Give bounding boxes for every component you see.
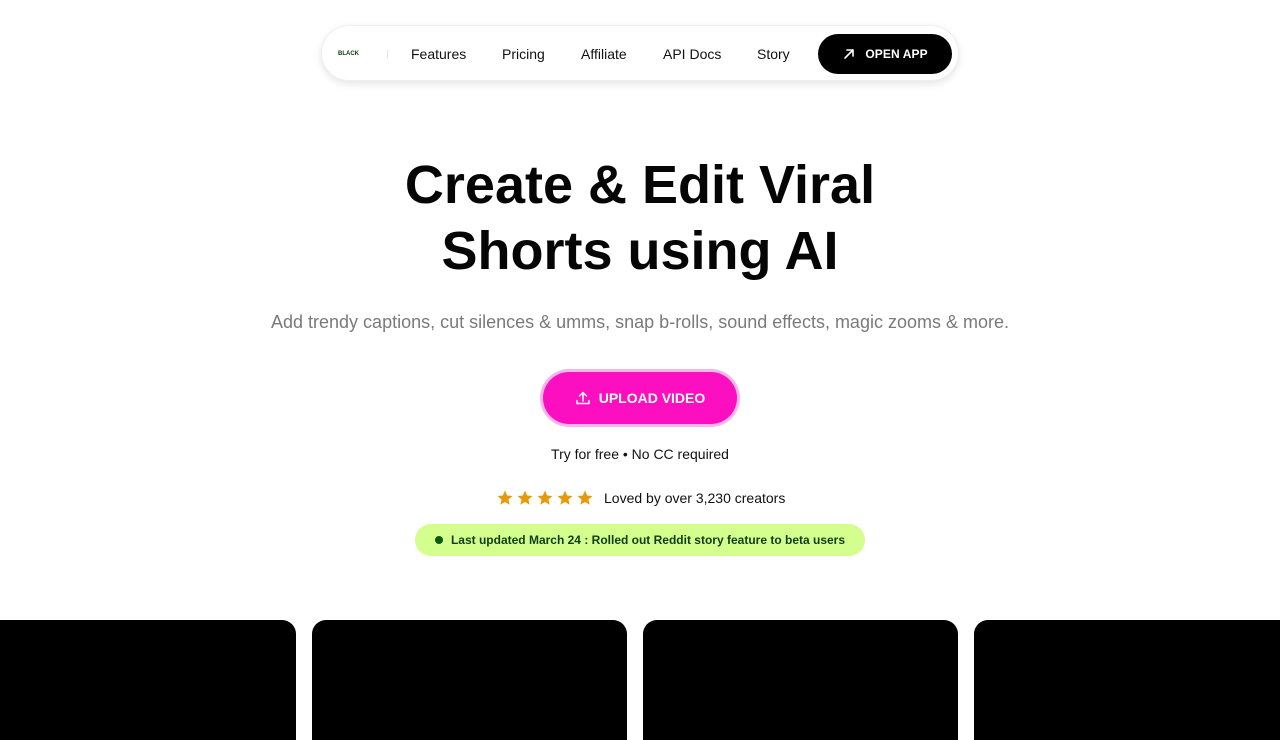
top-nav: BLACK Features Pricing Affiliate API Doc… <box>321 25 959 81</box>
hero-title-line-1: Create & Edit Viral <box>404 155 876 215</box>
update-text: Last updated March 24 : Rolled out Reddi… <box>450 533 846 547</box>
open-app-button[interactable]: OPEN APP <box>818 34 952 74</box>
star-icon <box>557 490 573 505</box>
rating-text: Loved by over 3,230 creators <box>604 490 786 506</box>
open-app-label: OPEN APP <box>865 47 928 61</box>
star-icon <box>497 490 513 505</box>
nav-link-affiliate[interactable]: Affiliate <box>581 45 627 63</box>
upload-video-button[interactable]: UPLOAD VIDEO <box>543 372 737 424</box>
nav-link-story[interactable]: Story <box>757 45 790 63</box>
update-badge[interactable]: Last updated March 24 : Rolled out Reddi… <box>415 524 865 556</box>
upload-icon <box>575 391 590 405</box>
free-trial-note: Try for free • No CC required <box>551 446 729 462</box>
logo[interactable]: BLACK <box>338 51 359 57</box>
star-icon <box>517 490 533 505</box>
video-preview-card-2[interactable] <box>312 620 627 740</box>
video-preview-card-3[interactable] <box>643 620 958 740</box>
upload-video-label: UPLOAD VIDEO <box>598 390 706 406</box>
video-preview-card-1[interactable] <box>0 620 296 740</box>
video-preview-card-4[interactable] <box>974 620 1280 740</box>
nav-link-features[interactable]: Features <box>411 45 466 63</box>
hero-title: Create & Edit Viral Shorts using AI <box>0 152 1280 284</box>
nav-link-api-docs[interactable]: API Docs <box>663 45 721 63</box>
star-icon <box>537 490 553 505</box>
rating-stars <box>496 489 594 507</box>
star-icon <box>577 490 593 505</box>
hero-title-line-2: Shorts using AI <box>441 221 839 281</box>
hero-subtitle: Add trendy captions, cut silences & umms… <box>271 312 1009 332</box>
arrow-up-right-icon <box>844 49 855 59</box>
nav-divider <box>387 50 388 58</box>
dot-icon <box>434 536 443 544</box>
nav-link-pricing[interactable]: Pricing <box>502 45 545 63</box>
rating: Loved by over 3,230 creators <box>496 488 785 508</box>
